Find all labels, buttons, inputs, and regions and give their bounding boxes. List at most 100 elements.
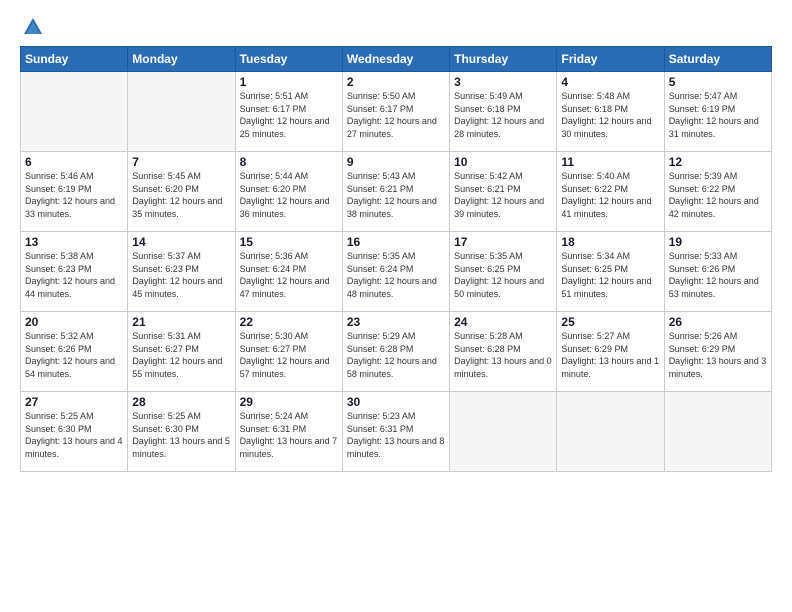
day-info: Sunrise: 5:48 AM Sunset: 6:18 PM Dayligh… [561, 90, 659, 140]
day-number: 1 [240, 75, 338, 89]
header-friday: Friday [557, 47, 664, 72]
day-info: Sunrise: 5:44 AM Sunset: 6:20 PM Dayligh… [240, 170, 338, 220]
calendar-cell: 28Sunrise: 5:25 AM Sunset: 6:30 PM Dayli… [128, 392, 235, 472]
calendar-cell [450, 392, 557, 472]
day-info: Sunrise: 5:26 AM Sunset: 6:29 PM Dayligh… [669, 330, 767, 380]
day-number: 8 [240, 155, 338, 169]
day-number: 23 [347, 315, 445, 329]
calendar-cell: 27Sunrise: 5:25 AM Sunset: 6:30 PM Dayli… [21, 392, 128, 472]
days-header-row: Sunday Monday Tuesday Wednesday Thursday… [21, 47, 772, 72]
calendar-cell: 6Sunrise: 5:46 AM Sunset: 6:19 PM Daylig… [21, 152, 128, 232]
day-number: 25 [561, 315, 659, 329]
calendar-cell [664, 392, 771, 472]
week-row-2: 6Sunrise: 5:46 AM Sunset: 6:19 PM Daylig… [21, 152, 772, 232]
calendar-cell: 7Sunrise: 5:45 AM Sunset: 6:20 PM Daylig… [128, 152, 235, 232]
day-info: Sunrise: 5:42 AM Sunset: 6:21 PM Dayligh… [454, 170, 552, 220]
calendar-cell [128, 72, 235, 152]
week-row-5: 27 Sunrise: 5:25 AM Sunset: 6:30 PM Dayli… [21, 392, 772, 472]
day-number: 14 [132, 235, 230, 249]
calendar-cell: 14Sunrise: 5:37 AM Sunset: 6:23 PM Dayli… [128, 232, 235, 312]
day-number: 30 [347, 395, 445, 409]
day-info: Sunrise: 5:32 AM Sunset: 6:26 PM Dayligh… [25, 330, 123, 380]
calendar-cell: 9Sunrise: 5:43 AM Sunset: 6:21 PM Daylig… [342, 152, 449, 232]
day-info: Sunrise: 5:38 AM Sunset: 6:23 PM Dayligh… [25, 250, 123, 300]
day-number: 7 [132, 155, 230, 169]
day-number: 27 [25, 395, 123, 409]
calendar-cell: 19Sunrise: 5:33 AM Sunset: 6:26 PM Dayli… [664, 232, 771, 312]
day-info: Sunrise: 5:50 AM Sunset: 6:17 PM Dayligh… [347, 90, 445, 140]
day-info: Sunrise: 5:45 AM Sunset: 6:20 PM Dayligh… [132, 170, 230, 220]
day-info: Sunrise: 5:47 AM Sunset: 6:19 PM Dayligh… [669, 90, 767, 140]
day-number: 28 [132, 395, 230, 409]
calendar-cell: 1Sunrise: 5:51 AM Sunset: 6:17 PM Daylig… [235, 72, 342, 152]
day-info: Sunrise: 5:25 AM Sunset: 6:30 PM Dayligh… [132, 410, 230, 460]
day-info: Sunrise: 5:35 AM Sunset: 6:25 PM Dayligh… [454, 250, 552, 300]
day-info: Sunrise: 5:51 AM Sunset: 6:17 PM Dayligh… [240, 90, 338, 140]
day-number: 19 [669, 235, 767, 249]
day-number: 9 [347, 155, 445, 169]
calendar-cell: 8Sunrise: 5:44 AM Sunset: 6:20 PM Daylig… [235, 152, 342, 232]
day-number: 26 [669, 315, 767, 329]
day-number: 6 [25, 155, 123, 169]
calendar-cell: 18Sunrise: 5:34 AM Sunset: 6:25 PM Dayli… [557, 232, 664, 312]
page: Sunday Monday Tuesday Wednesday Thursday… [0, 0, 792, 612]
day-number: 21 [132, 315, 230, 329]
day-info: Sunrise: 5:49 AM Sunset: 6:18 PM Dayligh… [454, 90, 552, 140]
day-number: 24 [454, 315, 552, 329]
day-number: 20 [25, 315, 123, 329]
calendar-cell: 15Sunrise: 5:36 AM Sunset: 6:24 PM Dayli… [235, 232, 342, 312]
week-row-1: 1Sunrise: 5:51 AM Sunset: 6:17 PM Daylig… [21, 72, 772, 152]
day-number: 10 [454, 155, 552, 169]
header-saturday: Saturday [664, 47, 771, 72]
day-number: 15 [240, 235, 338, 249]
calendar: Sunday Monday Tuesday Wednesday Thursday… [20, 46, 772, 472]
day-info: Sunrise: 5:36 AM Sunset: 6:24 PM Dayligh… [240, 250, 338, 300]
day-number: 16 [347, 235, 445, 249]
calendar-cell: 3Sunrise: 5:49 AM Sunset: 6:18 PM Daylig… [450, 72, 557, 152]
calendar-cell [557, 392, 664, 472]
header-wednesday: Wednesday [342, 47, 449, 72]
day-number: 18 [561, 235, 659, 249]
day-number: 13 [25, 235, 123, 249]
day-info: Sunrise: 5:23 AM Sunset: 6:31 PM Dayligh… [347, 410, 445, 460]
day-info: Sunrise: 5:46 AM Sunset: 6:19 PM Dayligh… [25, 170, 123, 220]
header-thursday: Thursday [450, 47, 557, 72]
calendar-cell: 12Sunrise: 5:39 AM Sunset: 6:22 PM Dayli… [664, 152, 771, 232]
calendar-cell: 10Sunrise: 5:42 AM Sunset: 6:21 PM Dayli… [450, 152, 557, 232]
header-sunday: Sunday [21, 47, 128, 72]
day-number: 29 [240, 395, 338, 409]
calendar-cell: 30Sunrise: 5:23 AM Sunset: 6:31 PM Dayli… [342, 392, 449, 472]
calendar-cell: 16Sunrise: 5:35 AM Sunset: 6:24 PM Dayli… [342, 232, 449, 312]
header-tuesday: Tuesday [235, 47, 342, 72]
header [20, 16, 772, 38]
day-number: 11 [561, 155, 659, 169]
day-info: Sunrise: 5:30 AM Sunset: 6:27 PM Dayligh… [240, 330, 338, 380]
day-info: Sunrise: 5:24 AM Sunset: 6:31 PM Dayligh… [240, 410, 338, 460]
calendar-cell: 4Sunrise: 5:48 AM Sunset: 6:18 PM Daylig… [557, 72, 664, 152]
logo-icon [22, 16, 44, 38]
day-number: 3 [454, 75, 552, 89]
day-info: Sunrise: 5:39 AM Sunset: 6:22 PM Dayligh… [669, 170, 767, 220]
day-info: Sunrise: 5:29 AM Sunset: 6:28 PM Dayligh… [347, 330, 445, 380]
day-number: 22 [240, 315, 338, 329]
day-info: Sunrise: 5:40 AM Sunset: 6:22 PM Dayligh… [561, 170, 659, 220]
calendar-cell: 2Sunrise: 5:50 AM Sunset: 6:17 PM Daylig… [342, 72, 449, 152]
day-info: Sunrise: 5:34 AM Sunset: 6:25 PM Dayligh… [561, 250, 659, 300]
day-info: Sunrise: 5:37 AM Sunset: 6:23 PM Dayligh… [132, 250, 230, 300]
day-number: 4 [561, 75, 659, 89]
day-info: Sunrise: 5:35 AM Sunset: 6:24 PM Dayligh… [347, 250, 445, 300]
calendar-cell: 26Sunrise: 5:26 AM Sunset: 6:29 PM Dayli… [664, 312, 771, 392]
calendar-cell [21, 72, 128, 152]
day-info: Sunrise: 5:28 AM Sunset: 6:28 PM Dayligh… [454, 330, 552, 380]
calendar-cell: 24Sunrise: 5:28 AM Sunset: 6:28 PM Dayli… [450, 312, 557, 392]
calendar-cell: 13Sunrise: 5:38 AM Sunset: 6:23 PM Dayli… [21, 232, 128, 312]
calendar-cell: 5Sunrise: 5:47 AM Sunset: 6:19 PM Daylig… [664, 72, 771, 152]
calendar-cell: 11Sunrise: 5:40 AM Sunset: 6:22 PM Dayli… [557, 152, 664, 232]
calendar-cell: 21Sunrise: 5:31 AM Sunset: 6:27 PM Dayli… [128, 312, 235, 392]
calendar-cell: 22Sunrise: 5:30 AM Sunset: 6:27 PM Dayli… [235, 312, 342, 392]
calendar-cell: 29Sunrise: 5:24 AM Sunset: 6:31 PM Dayli… [235, 392, 342, 472]
day-info: Sunrise: 5:33 AM Sunset: 6:26 PM Dayligh… [669, 250, 767, 300]
week-row-4: 20Sunrise: 5:32 AM Sunset: 6:26 PM Dayli… [21, 312, 772, 392]
day-number: 2 [347, 75, 445, 89]
calendar-cell: 17Sunrise: 5:35 AM Sunset: 6:25 PM Dayli… [450, 232, 557, 312]
